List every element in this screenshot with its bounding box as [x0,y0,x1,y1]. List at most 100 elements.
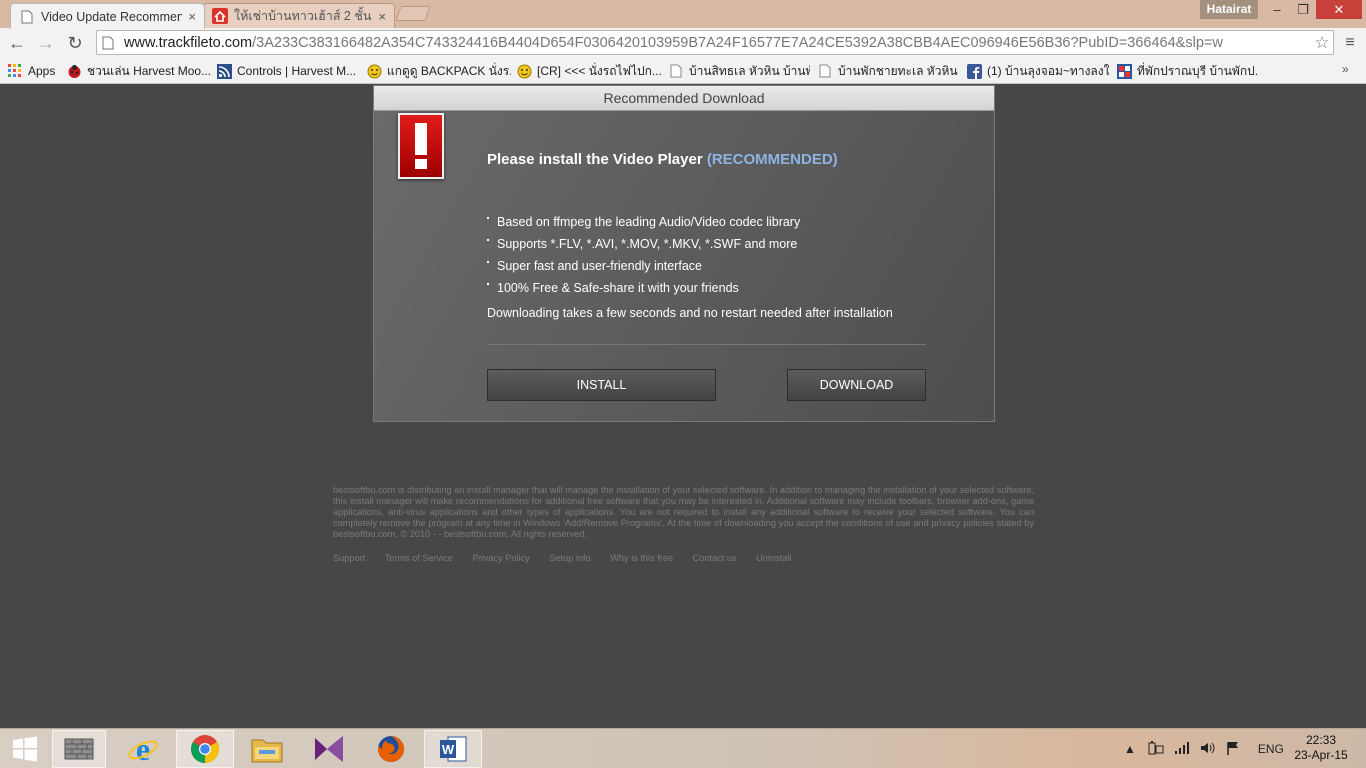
close-icon[interactable]: × [378,9,386,24]
taskbar-firewall-app[interactable] [52,730,106,768]
footer-link-privacy[interactable]: Privacy Policy [473,553,530,563]
browser-toolbar: ← → ↻ www.trackfileto.com/3A233C38316648… [0,28,1366,58]
footer-link-setup-info[interactable]: Setup info [549,553,590,563]
browser-titlebar: Video Update Recommen × ให้เช่าบ้านทาวเฮ… [0,0,1366,29]
chrome-menu-button[interactable]: ≡ [1340,34,1360,52]
windows-taskbar: e W ▲ ENG 22:33 23-Apr-15 [0,728,1366,768]
file-explorer-icon [251,739,283,763]
bookmark-harvest-moon-thread[interactable]: ชวนเล่น Harvest Moo... [66,61,211,81]
bookmark-label: [CR] <<< นั่งรถไฟไปก... [537,63,662,78]
exclamation-bar [415,123,427,155]
bookmark-label: บ้านสิทธเล หัวหิน บ้านพั... [689,63,810,78]
volume-icon[interactable] [1200,741,1216,758]
back-button[interactable]: ← [5,32,29,54]
bookmark-harvest-controls[interactable]: Controls | Harvest M... [216,61,360,81]
bookmark-backpack[interactable]: แกดูดู BACKPACK นั่งร... [366,61,511,81]
home-icon [212,8,228,24]
taskbar-chrome[interactable] [176,730,234,768]
show-hidden-icons-button[interactable]: ▲ [1124,742,1136,756]
clock-date: 23-Apr-15 [1294,748,1348,762]
clock-time: 22:33 [1305,733,1337,747]
recommended-download-dialog: Recommended Download Please install the … [373,85,995,422]
bookmark-train-trip[interactable]: [CR] <<< นั่งรถไฟไปก... [516,61,662,81]
input-language-indicator[interactable]: ENG [1258,742,1284,756]
battery-icon[interactable] [1148,740,1164,758]
url-path: /3A233C383166482A354C743324416B4404D654F… [252,34,1223,51]
download-button[interactable]: DOWNLOAD [787,369,926,401]
facebook-icon [966,63,982,79]
smiley-icon [516,63,532,79]
firefox-icon [378,736,405,762]
action-center-flag-icon[interactable] [1226,741,1240,758]
bookmark-pranburi[interactable]: ที่พักปราณบุรี บ้านพักป... [1116,61,1258,81]
footer-link-why-free[interactable]: Why is this free [610,553,673,563]
site-icon [1116,63,1132,79]
taskbar-internet-explorer[interactable]: e [114,730,172,768]
footer-link-uninstall[interactable]: Uninstall [756,553,791,563]
install-button[interactable]: INSTALL [487,369,716,401]
bookmark-facebook-page[interactable]: (1) บ้านลุงจอม~ทางลงใ... [966,61,1110,81]
taskbar-visual-studio[interactable] [300,730,358,768]
tab-title: ให้เช่าบ้านทาวเฮ้าส์ 2 ชั้น หมู่บ้าน [234,9,372,23]
dialog-body: Please install the Video Player (RECOMME… [374,111,994,421]
taskbar-firefox[interactable] [362,730,420,768]
visual-studio-icon [315,736,343,762]
footer-link-support[interactable]: Support [333,553,365,563]
profile-button[interactable]: Hatairat [1200,0,1258,19]
svg-text:e: e [136,733,150,765]
feature-item: Super fast and user-friendly interface [487,255,800,277]
internet-explorer-icon: e [128,733,158,765]
download-note: Downloading takes a few seconds and no r… [487,306,893,320]
ladybug-icon [66,63,82,79]
footer-links: Support Terms of Service Privacy Policy … [333,553,808,563]
taskbar-clock[interactable]: 22:33 23-Apr-15 [1286,733,1356,763]
rss-icon [216,63,232,79]
maximize-button[interactable]: ❐ [1290,0,1316,19]
bookmark-star-icon[interactable]: ☆ [1311,33,1333,53]
legal-disclaimer: bestsoftbu.com is distributing an instal… [333,485,1034,539]
word-icon: W [440,736,467,762]
dialog-divider [487,344,926,345]
bookmark-label: ที่พักปราณบุรี บ้านพักป... [1137,63,1258,78]
svg-text:W: W [442,742,455,757]
feature-item: 100% Free & Safe-share it with your frie… [487,277,800,299]
dialog-heading: Please install the Video Player (RECOMME… [487,151,838,168]
taskbar-word[interactable]: W [424,730,482,768]
page-icon [668,63,684,79]
bookmark-huahin-house[interactable]: บ้านสิทธเล หัวหิน บ้านพั... [668,61,810,81]
close-icon[interactable]: × [188,9,196,24]
firewall-brick-icon [64,738,94,760]
tab-video-update[interactable]: Video Update Recommen × [10,3,205,29]
footer-link-contact[interactable]: Contact us [693,553,737,563]
bookmark-beach-house[interactable]: บ้านพักชายทะเล หัวหิน ... [817,61,959,81]
windows-logo-icon [13,736,37,762]
network-signal-icon[interactable] [1174,741,1190,758]
system-tray: ▲ ENG [1124,729,1284,768]
feature-list: Based on ffmpeg the leading Audio/Video … [487,211,800,299]
close-window-button[interactable]: ✕ [1316,0,1362,19]
minimize-button[interactable]: – [1264,0,1290,19]
url-text[interactable]: www.trackfileto.com/3A233C383166482A354C… [124,35,1311,51]
chrome-icon [191,735,219,763]
tab-rental-house[interactable]: ให้เช่าบ้านทาวเฮ้าส์ 2 ชั้น หมู่บ้าน × [203,3,395,28]
forward-button[interactable]: → [34,32,58,54]
footer-link-terms[interactable]: Terms of Service [385,553,453,563]
start-button[interactable] [0,730,50,768]
bookmark-label: (1) บ้านลุงจอม~ทางลงใ... [987,63,1110,78]
bookmark-apps[interactable]: Apps [7,61,62,81]
heading-main: Please install the Video Player [487,151,703,168]
heading-recommended-tag: (RECOMMENDED) [706,151,838,168]
bookmarks-bar: Apps ชวนเล่น Harvest Moo... Controls | H… [0,58,1366,84]
bookmark-label: Apps [28,64,56,78]
page-icon [19,9,35,25]
address-bar[interactable]: www.trackfileto.com/3A233C383166482A354C… [96,30,1334,55]
bookmarks-overflow-button[interactable]: » [1342,62,1349,76]
bookmark-label: Controls | Harvest M... [237,64,357,78]
feature-item: Based on ffmpeg the leading Audio/Video … [487,211,800,233]
taskbar-file-explorer[interactable] [238,730,296,768]
bookmark-label: แกดูดู BACKPACK นั่งร... [387,63,511,78]
reload-button[interactable]: ↻ [63,32,87,54]
smiley-icon [366,63,382,79]
page-icon [817,63,833,79]
new-tab-button[interactable] [395,6,431,21]
